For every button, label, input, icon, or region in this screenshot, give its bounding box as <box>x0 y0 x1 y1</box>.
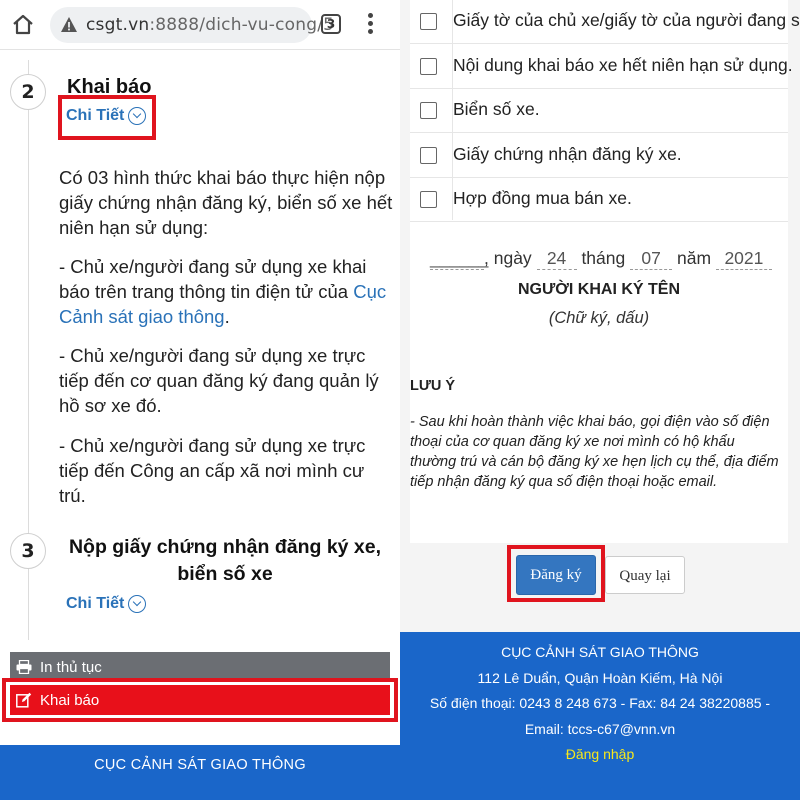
checkbox[interactable] <box>420 102 437 119</box>
home-icon[interactable] <box>11 13 35 37</box>
checklist-row: Nội dung khai báo xe hết niên hạn sử dụn… <box>410 45 793 89</box>
checkbox[interactable] <box>420 146 437 164</box>
checklist-row: Hợp đồng mua bán xe. <box>410 178 788 222</box>
checklist-label: Giấy chứng nhận đăng ký xe. <box>453 143 682 164</box>
highlight-box <box>58 95 156 140</box>
intro-text: Có 03 hình thức khai báo thực hiện nộp g… <box>59 167 393 238</box>
year-label: năm <box>676 248 712 268</box>
url-path: :8888/dich-vu-cong/5 <box>149 15 335 35</box>
checkbox[interactable] <box>420 57 437 75</box>
checklist-row: Giấy chứng nhận đăng ký xe. <box>410 134 788 178</box>
footer: CỤC CẢNH SÁT GIAO THÔNG <box>0 745 400 800</box>
left-panel: csgt.vn:8888/dich-vu-cong/5 3 2 Khai báo… <box>0 0 400 800</box>
checklist-label: Hợp đồng mua bán xe. <box>453 188 632 208</box>
highlight-box <box>507 545 605 602</box>
url-host: csgt.vn <box>86 15 150 35</box>
warning-icon[interactable] <box>60 16 78 34</box>
date-line: ______, ngày 24 tháng 07 năm 2021 <box>430 248 790 270</box>
footer-address: 112 Lê Duẩn, Quận Hoàn Kiếm, Hà Nội <box>477 670 723 686</box>
year-field[interactable]: 2021 <box>715 248 772 270</box>
checkbox[interactable] <box>420 191 437 208</box>
login-link[interactable]: Đăng nhập <box>400 746 800 762</box>
option-text-prefix: - Chủ xe/người đang sử dụng xe khai báo … <box>59 256 367 302</box>
step-number: 2 <box>10 74 46 110</box>
highlight-box <box>2 678 398 722</box>
step-number: 3 <box>10 533 46 569</box>
option-text: - Chủ xe/người đang sử dụng xe trực tiếp… <box>59 345 379 416</box>
signer-title: NGƯỜI KHAI KÝ TÊN <box>517 281 681 298</box>
month-field[interactable]: 07 <box>630 248 673 270</box>
printer-icon <box>16 660 32 674</box>
url-text: csgt.vn:8888/dich-vu-cong/5 <box>86 15 334 35</box>
address-bar[interactable]: csgt.vn:8888/dich-vu-cong/5 <box>50 7 334 43</box>
checkbox[interactable] <box>420 13 437 30</box>
detail-toggle[interactable]: Chi Tiết <box>66 595 147 613</box>
note-title: LƯU Ý <box>410 378 456 394</box>
chevron-down-icon <box>128 595 147 613</box>
day-label: , ngày <box>484 248 532 268</box>
detail-label: Chi Tiết <box>66 595 125 612</box>
checklist-label: Giấy tờ của chủ xe/giấy tờ của người đan… <box>453 10 800 30</box>
checklist-label: Nội dung khai báo xe hết niên hạn sử dụn… <box>453 54 793 75</box>
tab-switcher-icon[interactable]: 3 <box>321 14 341 34</box>
print-label: In thủ tục <box>40 658 102 676</box>
checklist-row: Giấy tờ của chủ xe/giấy tờ của người đan… <box>410 0 800 44</box>
footer-phone: Số điện thoại: 0243 8 248 673 - Fax: 84 … <box>429 695 771 711</box>
footer-org: CỤC CẢNH SÁT GIAO THÔNG <box>501 644 699 660</box>
right-panel: ______, ngày 24 tháng 07 năm 2021 NGƯỜI … <box>400 0 800 800</box>
checklist-label: Biển số xe. <box>453 99 540 119</box>
footer-email: Email: tccs-c67@vnn.vn <box>524 721 676 737</box>
footer-org: CỤC CẢNH SÁT GIAO THÔNG <box>94 757 306 773</box>
option-text: - Chủ xe/người đang sử dụng xe trực tiếp… <box>59 435 366 506</box>
day-field[interactable]: 24 <box>536 248 577 270</box>
menu-icon[interactable] <box>368 13 374 35</box>
back-button[interactable]: Quay lại <box>605 556 685 594</box>
footer: CỤC CẢNH SÁT GIAO THÔNG 112 Lê Duẩn, Quậ… <box>400 632 800 800</box>
note-body: - Sau khi hoàn thành việc khai báo, gọi … <box>410 414 779 490</box>
place-blank[interactable]: ______ <box>430 248 488 270</box>
checklist-row: Biển số xe. <box>410 89 788 133</box>
signer-subtitle: (Chữ ký, dấu) <box>548 309 650 327</box>
option-text-suffix: . <box>224 306 230 327</box>
month-label: tháng <box>581 248 626 268</box>
option-text: - Chủ xe/người đang sử dụng xe khai báo … <box>59 254 394 329</box>
browser-toolbar: csgt.vn:8888/dich-vu-cong/5 3 <box>0 0 400 50</box>
step-title: Nộp giấy chứng nhận đăng ký xe, biển số … <box>68 536 382 585</box>
